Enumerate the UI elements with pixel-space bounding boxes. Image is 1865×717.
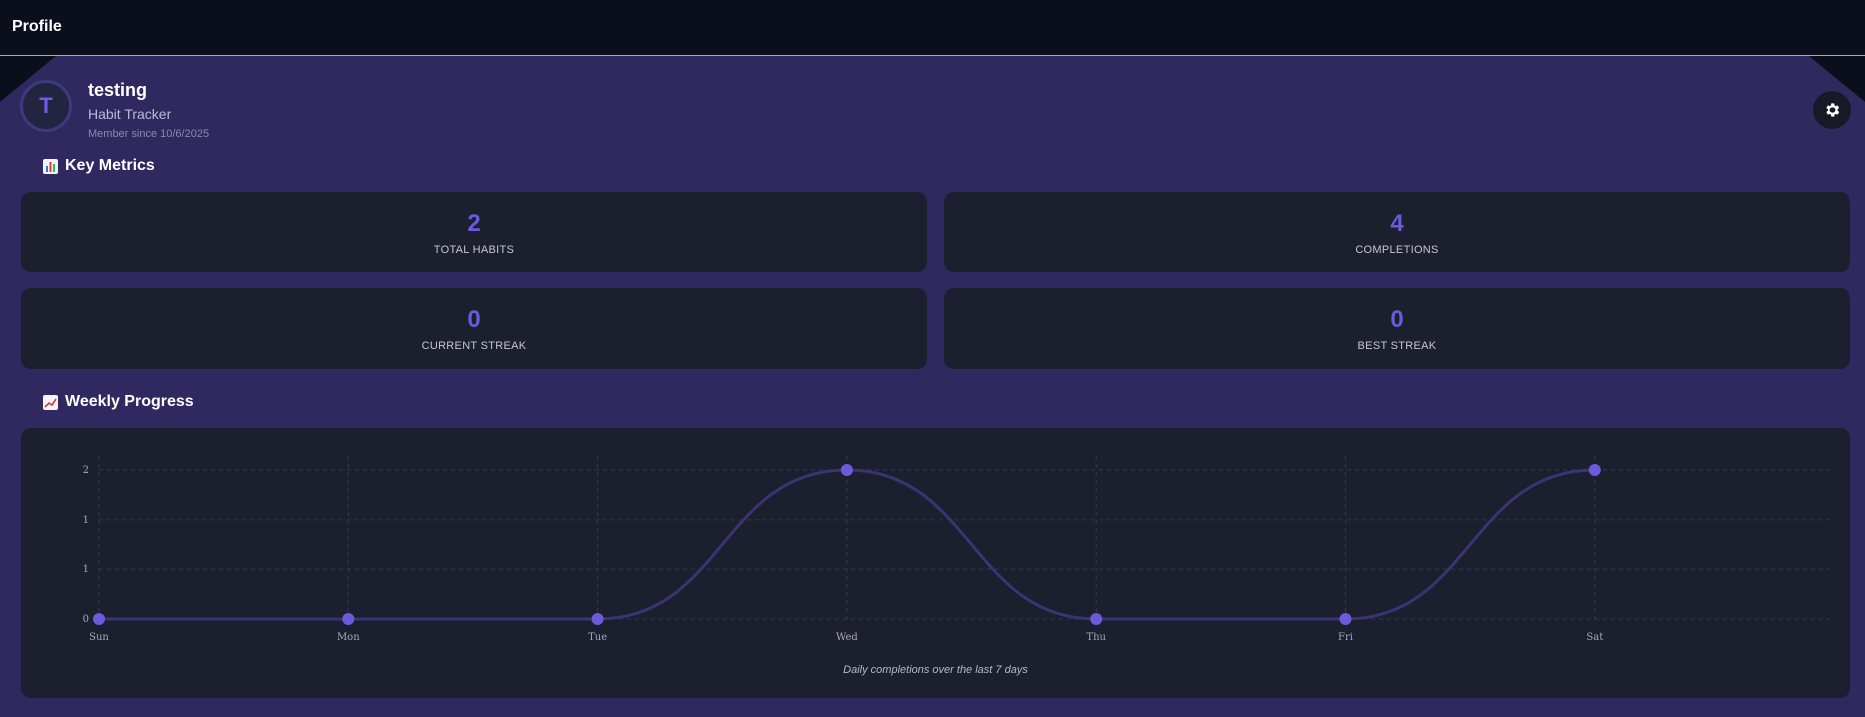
weekly-progress-title: Weekly Progress bbox=[65, 393, 194, 410]
key-metrics-heading: Key Metrics bbox=[43, 157, 155, 175]
data-point bbox=[840, 464, 853, 476]
x-tick-label: Sat bbox=[1586, 632, 1603, 643]
settings-button[interactable] bbox=[1813, 91, 1851, 129]
metric-value: 0 bbox=[1390, 306, 1404, 333]
metric-label: TOTAL HABITS bbox=[433, 244, 515, 256]
metric-card-best-streak: 0 BEST STREAK bbox=[944, 288, 1850, 369]
metric-card-current-streak: 0 CURRENT STREAK bbox=[21, 288, 927, 369]
weekly-progress-heading: Weekly Progress bbox=[43, 393, 194, 411]
x-tick-label: Mon bbox=[337, 632, 360, 643]
top-bar: Profile bbox=[0, 0, 1865, 56]
y-tick-label: 0 bbox=[83, 614, 89, 625]
x-tick-label: Tue bbox=[588, 632, 607, 643]
data-point bbox=[342, 613, 355, 625]
x-tick-label: Fri bbox=[1338, 632, 1353, 643]
key-metrics-title: Key Metrics bbox=[65, 157, 155, 174]
metric-card-completions: 4 COMPLETIONS bbox=[944, 192, 1850, 272]
data-point bbox=[591, 613, 604, 625]
metric-label: CURRENT STREAK bbox=[421, 340, 527, 352]
metric-value: 2 bbox=[467, 210, 481, 237]
bar-chart-icon bbox=[43, 158, 58, 174]
y-tick-label: 1 bbox=[83, 564, 89, 575]
x-tick-label: Sun bbox=[89, 632, 109, 643]
weekly-progress-chart: 0 1 1 2 Sun Mon Tue Wed Thu Fri Sat bbox=[83, 456, 1830, 643]
x-tick-label: Wed bbox=[836, 632, 858, 643]
data-point bbox=[1339, 613, 1352, 625]
gear-icon bbox=[1826, 103, 1840, 117]
weekly-progress-chart-card: 0 1 1 2 Sun Mon Tue Wed Thu Fri Sat Daily completi… bbox=[21, 428, 1850, 698]
avatar: T bbox=[20, 80, 72, 132]
metric-value: 4 bbox=[1390, 210, 1404, 237]
y-tick-label: 1 bbox=[83, 515, 89, 526]
chart-caption: Daily completions over the last 7 days bbox=[843, 664, 1028, 676]
data-point bbox=[1090, 613, 1103, 625]
data-point bbox=[93, 613, 105, 625]
page-title: Profile bbox=[12, 18, 62, 35]
data-point bbox=[1588, 464, 1601, 476]
metric-label: BEST STREAK bbox=[1357, 340, 1437, 352]
metric-label: COMPLETIONS bbox=[1355, 244, 1439, 256]
y-tick-label: 2 bbox=[83, 465, 89, 476]
profile-subtitle: Habit Tracker bbox=[88, 106, 172, 122]
member-since: Member since 10/6/2025 bbox=[88, 128, 210, 140]
username: testing bbox=[88, 80, 148, 100]
metric-value: 0 bbox=[467, 306, 481, 333]
metric-card-total-habits: 2 TOTAL HABITS bbox=[21, 192, 927, 272]
trending-up-icon bbox=[43, 394, 58, 410]
x-tick-label: Thu bbox=[1086, 632, 1106, 643]
